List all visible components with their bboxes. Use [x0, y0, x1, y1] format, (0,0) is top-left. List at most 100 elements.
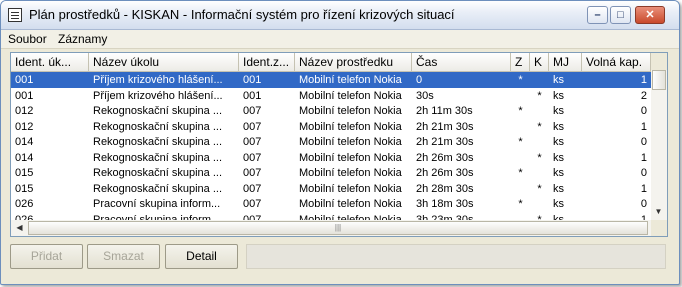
col-header-k[interactable]: K	[530, 53, 549, 71]
cell-resource-id: 007	[243, 167, 262, 179]
table-row[interactable]: 001 Příjem krizového hlášení... 001 Mobilní…	[11, 72, 651, 88]
cell-task-name: Příjem krizového hlášení...	[93, 74, 223, 86]
vertical-scroll-thumb[interactable]	[652, 70, 666, 90]
table-row[interactable]: 001 Příjem krizového hlášení... 001 Mobilní…	[11, 88, 651, 104]
menu-zaznamy[interactable]: Záznamy	[58, 32, 107, 46]
cell-time: 2h 11m 30s	[416, 105, 473, 117]
cell-resource-name: Mobilní telefon Nokia	[299, 136, 402, 148]
minimize-icon: –	[594, 9, 601, 21]
close-button[interactable]: ✕	[635, 6, 665, 24]
table-row[interactable]: 014 Rekognoskační skupina ... 007 Mobilní t…	[11, 134, 651, 150]
scroll-down-arrow-icon[interactable]: ▼	[651, 205, 666, 220]
col-header-resource-id[interactable]: Ident.z...	[239, 53, 295, 71]
col-header-resource-name[interactable]: Název prostředku	[295, 53, 412, 71]
menu-bar: Soubor Záznamy	[1, 30, 679, 49]
cell-time: 3h 18m 30s	[416, 198, 474, 210]
app-window: Plán prostředků - KISKAN - Informační sy…	[0, 0, 680, 285]
cell-task-id: 014	[15, 136, 34, 148]
cell-task-name: Pracovní skupina inform...	[93, 213, 221, 221]
cell-k: *	[537, 151, 542, 164]
cell-k: *	[537, 182, 542, 195]
cell-unit: ks	[553, 136, 564, 148]
cell-task-id: 026	[15, 198, 34, 210]
cell-k: *	[537, 120, 542, 133]
col-header-free-capacity[interactable]: Volná kap.	[582, 53, 651, 71]
col-header-task-name[interactable]: Název úkolu	[89, 53, 239, 71]
cell-time: 2h 21m 30s	[416, 120, 474, 133]
window-title: Plán prostředků - KISKAN - Informační sy…	[29, 7, 455, 22]
cell-resource-id: 007	[243, 182, 262, 195]
detail-button[interactable]: Detail	[165, 244, 238, 269]
cell-resource-name: Mobilní telefon Nokia	[299, 120, 402, 133]
cell-resource-id: 007	[243, 120, 262, 133]
cell-task-id: 015	[15, 182, 34, 195]
horizontal-scroll-thumb[interactable]: |||	[28, 221, 648, 235]
cell-resource-id: 007	[243, 151, 262, 164]
cell-free-capacity: 2	[640, 89, 647, 102]
cell-time: 0	[416, 74, 423, 86]
delete-button[interactable]: Smazat	[87, 244, 160, 269]
cell-task-name: Rekognoskační skupina ...	[93, 167, 223, 179]
cell-resource-name: Mobilní telefon Nokia	[299, 74, 402, 86]
cell-time: 2h 26m 30s	[416, 151, 474, 164]
cell-resource-name: Mobilní telefon Nokia	[299, 151, 402, 164]
table-row[interactable]: 015 Rekognoskační skupina ... 007 Mobilní t…	[11, 165, 651, 181]
col-header-z[interactable]: Z	[511, 53, 530, 71]
table-row[interactable]: 026 Pracovní skupina inform... 007 Mobilní …	[11, 212, 651, 221]
scroll-header-spacer	[651, 53, 667, 70]
cell-k	[530, 134, 549, 150]
col-header-task-id[interactable]: Ident. úk...	[11, 53, 89, 71]
cell-task-name: Rekognoskační skupina ...	[93, 136, 223, 148]
scroll-corner	[651, 220, 667, 236]
cell-free-capacity: 0	[640, 198, 647, 210]
table-header: Ident. úk... Název úkolu Ident.z... Náze…	[11, 53, 651, 72]
cell-k: *	[537, 89, 542, 102]
table-row[interactable]: 026 Pracovní skupina inform... 007 Mobilní …	[11, 196, 651, 212]
cell-resource-name: Mobilní telefon Nokia	[299, 89, 402, 102]
table-row[interactable]: 012 Rekognoskační skupina ... 007 Mobilní t…	[11, 103, 651, 119]
cell-time: 2h 21m 30s	[416, 136, 474, 148]
cell-task-id: 001	[15, 74, 34, 86]
cell-free-capacity: 0	[640, 167, 647, 179]
cell-resource-id: 007	[243, 213, 262, 221]
scroll-left-arrow-icon[interactable]: ◀	[12, 221, 27, 236]
cell-free-capacity: 0	[640, 105, 647, 117]
table-body: 001 Příjem krizového hlášení... 001 Mobilní…	[11, 72, 651, 220]
cell-task-id: 015	[15, 167, 34, 179]
table-row[interactable]: 015 Rekognoskační skupina ... 007 Mobilní t…	[11, 181, 651, 197]
cell-free-capacity: 1	[640, 213, 647, 221]
app-document-icon	[8, 8, 22, 22]
cell-unit: ks	[553, 213, 564, 221]
cell-k	[530, 196, 549, 212]
cell-time: 2h 26m 30s	[416, 167, 474, 179]
col-header-time[interactable]: Čas	[412, 53, 511, 71]
col-header-unit[interactable]: MJ	[549, 53, 582, 71]
table-row[interactable]: 014 Rekognoskační skupina ... 007 Mobilní t…	[11, 150, 651, 166]
cell-free-capacity: 1	[640, 151, 647, 164]
cell-resource-id: 007	[243, 136, 262, 148]
cell-resource-name: Mobilní telefon Nokia	[299, 182, 402, 195]
cell-k	[530, 103, 549, 119]
cell-z: *	[518, 105, 523, 117]
cell-z	[511, 119, 530, 135]
horizontal-scrollbar[interactable]: ◀ |||	[11, 220, 651, 236]
resource-plan-table: Ident. úk... Název úkolu Ident.z... Náze…	[10, 52, 668, 237]
minimize-button[interactable]: –	[587, 6, 608, 24]
add-button[interactable]: Přidat	[10, 244, 83, 269]
cell-task-id: 012	[15, 105, 34, 117]
cell-task-name: Příjem krizového hlášení...	[93, 89, 223, 102]
cell-resource-id: 007	[243, 198, 262, 210]
title-bar[interactable]: Plán prostředků - KISKAN - Informační sy…	[1, 1, 679, 30]
cell-task-name: Rekognoskační skupina ...	[93, 120, 223, 133]
cell-free-capacity: 1	[640, 120, 647, 133]
cell-resource-name: Mobilní telefon Nokia	[299, 167, 402, 179]
cell-unit: ks	[553, 182, 564, 195]
table-row[interactable]: 012 Rekognoskační skupina ... 007 Mobilní t…	[11, 119, 651, 135]
cell-resource-id: 001	[243, 89, 262, 102]
maximize-button[interactable]: □	[610, 6, 631, 24]
menu-soubor[interactable]: Soubor	[8, 32, 47, 46]
cell-resource-name: Mobilní telefon Nokia	[299, 213, 402, 221]
vertical-scrollbar[interactable]: ▼	[651, 53, 667, 220]
cell-unit: ks	[553, 74, 564, 86]
cell-z	[511, 88, 530, 104]
